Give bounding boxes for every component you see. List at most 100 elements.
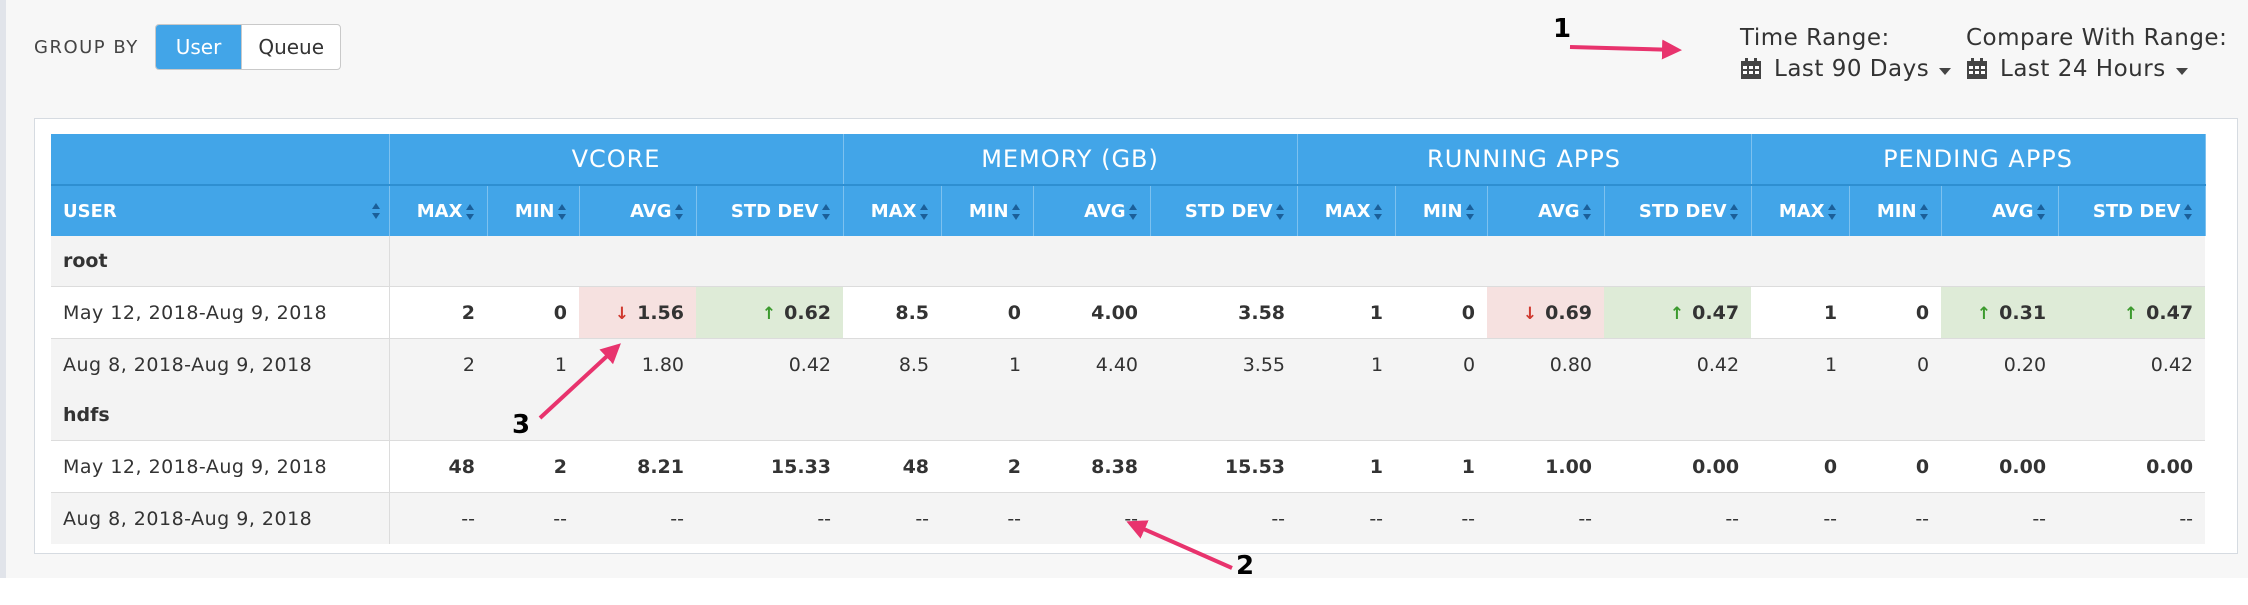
metric-value: 2	[461, 301, 475, 324]
metric-cell: 8.5	[843, 338, 942, 390]
column-header[interactable]: STD DEV	[2058, 184, 2206, 236]
column-header-user[interactable]: USER	[51, 184, 390, 236]
metric-value: 2	[1007, 455, 1022, 478]
column-header[interactable]: STD DEV	[1604, 184, 1752, 236]
column-header[interactable]: AVG	[1941, 184, 2059, 236]
column-header[interactable]: MIN	[1395, 184, 1488, 236]
compare-range-dropdown[interactable]: Last 24 Hours	[1966, 54, 2227, 84]
annotation-label-2: 2	[1236, 551, 1255, 581]
metric-cell: 4.40	[1033, 338, 1151, 390]
table-row: Aug 8, 2018-Aug 9, 2018 -- -- -- -- -- -- -- -- -…	[51, 492, 2206, 544]
metric-value: 1.00	[1545, 455, 1593, 478]
chevron-down-icon	[2175, 67, 2188, 75]
metric-value: 0.80	[1549, 353, 1593, 376]
metric-value: --	[553, 507, 567, 530]
group-by-user-button[interactable]: User	[155, 25, 242, 69]
column-header[interactable]: MAX	[1297, 184, 1396, 236]
metric-group-header: MEMORY (GB)	[843, 134, 1298, 185]
metric-cell: --	[941, 492, 1034, 544]
user-name: hdfs	[51, 390, 390, 441]
metric-cell: 0	[1751, 440, 1850, 493]
metric-cell: 2	[389, 286, 487, 339]
metric-cell: 15.33	[696, 440, 844, 493]
metric-value: 1	[1461, 455, 1476, 478]
metric-cell: 0.42	[2058, 338, 2206, 390]
metric-value: 0	[1007, 301, 1022, 324]
compare-range-value: Last 24 Hours	[2000, 56, 2166, 82]
column-header-label: AVG	[1992, 200, 2034, 222]
metric-cell: --	[1033, 492, 1151, 544]
column-header[interactable]: AVG	[1033, 184, 1151, 236]
metric-cell: 8.38	[1033, 440, 1151, 493]
metric-value: 2	[462, 353, 475, 376]
metric-cell: --	[1751, 492, 1850, 544]
metric-cell: 4.00	[1033, 286, 1151, 339]
metric-value: 0.69	[1545, 301, 1593, 324]
column-header-label: STD DEV	[730, 200, 819, 222]
metric-cell: 0	[1395, 338, 1488, 390]
metric-cell: 15.53	[1150, 440, 1298, 493]
metric-cell: 0.00	[1604, 440, 1752, 493]
metric-value: 0.20	[2003, 353, 2047, 376]
metric-cell: 0.00	[2058, 440, 2206, 493]
arrow-up-icon: ↑	[1669, 303, 1685, 324]
column-header[interactable]: STD DEV	[1150, 184, 1298, 236]
arrow-down-icon: ↓	[1522, 303, 1538, 324]
metric-cell: 48	[389, 440, 487, 493]
column-header[interactable]: MAX	[389, 184, 488, 236]
column-header[interactable]: AVG	[1487, 184, 1605, 236]
metric-cell: ↓ 0.69	[1487, 286, 1605, 339]
metric-value: 0	[553, 301, 567, 324]
metric-value: --	[1124, 507, 1139, 530]
time-range-dropdown[interactable]: Last 90 Days	[1740, 54, 1952, 84]
metric-value: --	[670, 507, 684, 530]
arrow-up-icon: ↑	[1976, 303, 1992, 324]
metric-value: 2	[553, 455, 567, 478]
column-header[interactable]: MIN	[941, 184, 1034, 236]
column-header[interactable]: MIN	[1849, 184, 1942, 236]
metric-cell: 3.55	[1150, 338, 1298, 390]
sort-icon	[821, 203, 831, 220]
column-header-label: MIN	[514, 200, 555, 222]
arrow-up-icon: ↑	[761, 303, 777, 324]
column-header[interactable]: AVG	[579, 184, 697, 236]
metric-cell: --	[1150, 492, 1298, 544]
metric-value: 0.42	[788, 353, 832, 376]
arrow-down-icon: ↓	[614, 303, 630, 324]
metric-cell: 2	[487, 440, 579, 493]
metric-cell: 0	[1849, 286, 1942, 339]
metric-cell: --	[389, 492, 487, 544]
metric-cell: 1	[1297, 286, 1396, 339]
column-header[interactable]: MIN	[487, 184, 580, 236]
metric-value: --	[1461, 507, 1476, 530]
column-header-label: AVG	[630, 200, 672, 222]
metric-value: 4.00	[1091, 301, 1139, 324]
usage-table-card: VCORE MEMORY (GB) RUNNING APPS PENDING APPS…	[34, 118, 2238, 554]
sort-icon	[465, 203, 475, 220]
column-header[interactable]: STD DEV	[696, 184, 844, 236]
metric-cell: 0.42	[696, 338, 844, 390]
metric-cell: 2	[941, 440, 1034, 493]
metric-value: 1	[1370, 353, 1384, 376]
metric-cell: --	[1941, 492, 2059, 544]
metric-cell: 0	[1849, 338, 1942, 390]
metric-cell: 8.5	[843, 286, 942, 339]
metric-cell: --	[487, 492, 579, 544]
sort-icon	[1373, 203, 1383, 220]
column-header[interactable]: MAX	[843, 184, 942, 236]
metric-value: 1	[1823, 301, 1838, 324]
metric-cell: --	[1849, 492, 1942, 544]
sort-icon	[674, 203, 684, 220]
metric-value: 0	[1915, 301, 1930, 324]
user-group-row: hdfs	[51, 390, 2206, 441]
column-header[interactable]: MAX	[1751, 184, 1850, 236]
metric-value: 15.53	[1224, 455, 1286, 478]
metric-cell: ↑ 0.47	[2058, 286, 2206, 339]
metric-value: 1.80	[641, 353, 684, 376]
metric-cell: 1	[1297, 338, 1396, 390]
group-by-queue-button[interactable]: Queue	[241, 25, 340, 69]
metric-value: 0.47	[1692, 301, 1740, 324]
column-header-label: MAX	[416, 200, 463, 222]
metric-cell: ↓ 1.56	[579, 286, 696, 339]
table-row: Aug 8, 2018-Aug 9, 2018 2 1 1.80 0.42 8.5 1 4.4…	[51, 338, 2206, 390]
